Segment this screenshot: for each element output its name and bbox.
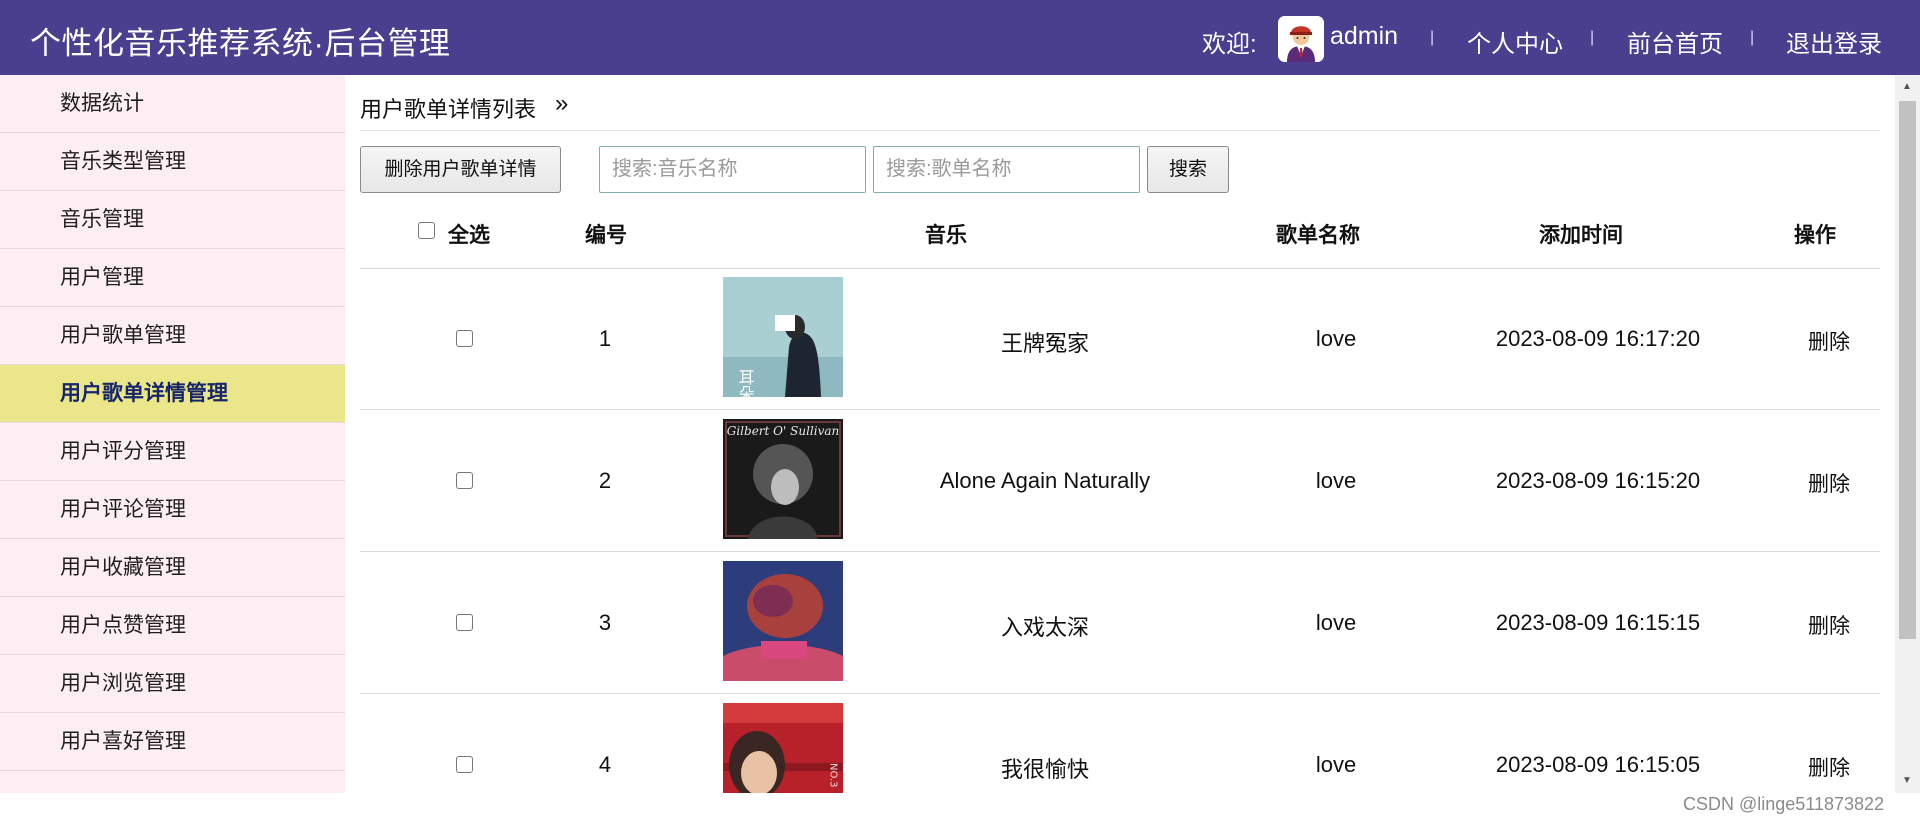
column-header-music: 音乐 (925, 224, 967, 247)
row-checkbox[interactable] (456, 756, 473, 773)
row-playlist-name: love (1315, 752, 1357, 777)
row-added-time: 2023-08-09 16:17:20 (1495, 326, 1701, 351)
row-checkbox[interactable] (456, 614, 473, 631)
table-row: 3 入戏太深 love 2023-08-09 16:15:15 删除 (360, 553, 1880, 694)
column-header-action: 操作 (1794, 224, 1836, 247)
row-id: 3 (598, 610, 612, 635)
column-header-added-time: 添加时间 (1539, 224, 1623, 247)
sidebar-item-user-browsing[interactable]: 用户浏览管理 (0, 655, 345, 713)
music-cover-image (723, 561, 843, 681)
select-all-checkbox[interactable] (418, 222, 435, 239)
row-id: 2 (598, 468, 612, 493)
search-button[interactable]: 搜索 (1147, 146, 1229, 193)
row-id: 4 (598, 752, 612, 777)
avatar-icon (1278, 16, 1324, 62)
welcome-label: 欢迎: (1202, 31, 1257, 58)
music-cover-image: 耳朵 (723, 277, 843, 397)
top-header: 个性化音乐推荐系统·后台管理 欢迎: admin | 个人中心 | 前台首页 |… (0, 0, 1920, 75)
row-delete-link[interactable]: 删除 (1808, 752, 1850, 782)
sidebar-item-user-comments[interactable]: 用户评论管理 (0, 481, 345, 539)
row-delete-link[interactable]: 删除 (1808, 326, 1850, 356)
sidebar: 数据统计 音乐类型管理 音乐管理 用户管理 用户歌单管理 用户歌单详情管理 用户… (0, 75, 345, 793)
row-music-name: 王牌冤家 (1000, 331, 1090, 356)
row-checkbox[interactable] (456, 330, 473, 347)
scroll-thumb[interactable] (1899, 101, 1916, 639)
table-row: 4 NO.3 我很愉快 love 2023-08-09 16:15:05 删除 (360, 695, 1880, 793)
app-title: 个性化音乐推荐系统·后台管理 (30, 26, 451, 61)
breadcrumb-arrow-icon: » (555, 90, 569, 117)
row-music-name: 我很愉快 (1000, 757, 1090, 782)
row-added-time: 2023-08-09 16:15:15 (1495, 610, 1701, 635)
music-cover-image: Gilbert O' Sullivan (723, 419, 843, 539)
scroll-up-arrow-icon[interactable]: ▲ (1902, 81, 1912, 92)
row-id: 1 (598, 326, 612, 351)
sidebar-item-music-types[interactable]: 音乐类型管理 (0, 133, 345, 191)
sidebar-item-user-preferences[interactable]: 用户喜好管理 (0, 713, 345, 771)
search-music-input[interactable] (599, 146, 866, 193)
scroll-down-arrow-icon[interactable]: ▼ (1902, 775, 1912, 786)
breadcrumb: 用户歌单详情列表 (360, 97, 537, 122)
nav-logout-link[interactable]: 退出登录 (1786, 24, 1882, 59)
search-playlist-input[interactable] (873, 146, 1140, 193)
music-cover-image: NO.3 (723, 703, 843, 793)
sidebar-item-user-favorites[interactable]: 用户收藏管理 (0, 539, 345, 597)
row-delete-link[interactable]: 删除 (1808, 610, 1850, 640)
main-content: 用户歌单详情列表 » 删除用户歌单详情 搜索 全选 编号 音乐 歌单名称 添加时… (345, 75, 1895, 793)
sidebar-item-user-ratings[interactable]: 用户评分管理 (0, 423, 345, 481)
user-avatar[interactable] (1278, 16, 1324, 62)
divider (360, 130, 1880, 131)
cover-title-text: Gilbert O' Sullivan (727, 424, 840, 438)
row-music-name: Alone Again Naturally (939, 468, 1151, 493)
watermark: CSDN @linge511873822 (1683, 794, 1885, 814)
table-row: 1 耳朵 王牌冤家 love 2023-08-09 16:17:20 删除 (360, 269, 1880, 410)
row-delete-link[interactable]: 删除 (1808, 468, 1850, 498)
nav-separator: | (1750, 29, 1755, 46)
row-playlist-name: love (1315, 468, 1357, 493)
sidebar-item-user-playlists[interactable]: 用户歌单管理 (0, 307, 345, 365)
row-added-time: 2023-08-09 16:15:20 (1495, 468, 1701, 493)
nav-front-home-link[interactable]: 前台首页 (1627, 24, 1723, 59)
sidebar-item-music[interactable]: 音乐管理 (0, 191, 345, 249)
cover-title-text: NO.3 (828, 763, 839, 788)
nav-separator: | (1430, 29, 1435, 46)
row-playlist-name: love (1315, 610, 1357, 635)
delete-selected-button[interactable]: 删除用户歌单详情 (360, 146, 561, 193)
row-playlist-name: love (1315, 326, 1357, 351)
column-header-id: 编号 (585, 224, 627, 247)
vertical-scrollbar[interactable]: ▲ ▼ (1895, 75, 1920, 793)
username: admin (1330, 22, 1399, 50)
column-header-playlist: 歌单名称 (1276, 224, 1360, 247)
table-row: 2 Gilbert O' Sullivan Alone Again Natura… (360, 411, 1880, 552)
row-added-time: 2023-08-09 16:15:05 (1495, 752, 1701, 777)
row-checkbox[interactable] (456, 472, 473, 489)
sidebar-item-statistics[interactable]: 数据统计 (0, 75, 345, 133)
row-music-name: 入戏太深 (1000, 615, 1090, 640)
sidebar-item-users[interactable]: 用户管理 (0, 249, 345, 307)
column-header-select-all: 全选 (448, 224, 490, 247)
cover-title-text: 耳朵 (736, 369, 755, 397)
nav-personal-center-link[interactable]: 个人中心 (1467, 24, 1563, 59)
nav-separator: | (1590, 29, 1595, 46)
sidebar-item-user-likes[interactable]: 用户点赞管理 (0, 597, 345, 655)
sidebar-item-user-playlist-details[interactable]: 用户歌单详情管理 (0, 365, 345, 423)
